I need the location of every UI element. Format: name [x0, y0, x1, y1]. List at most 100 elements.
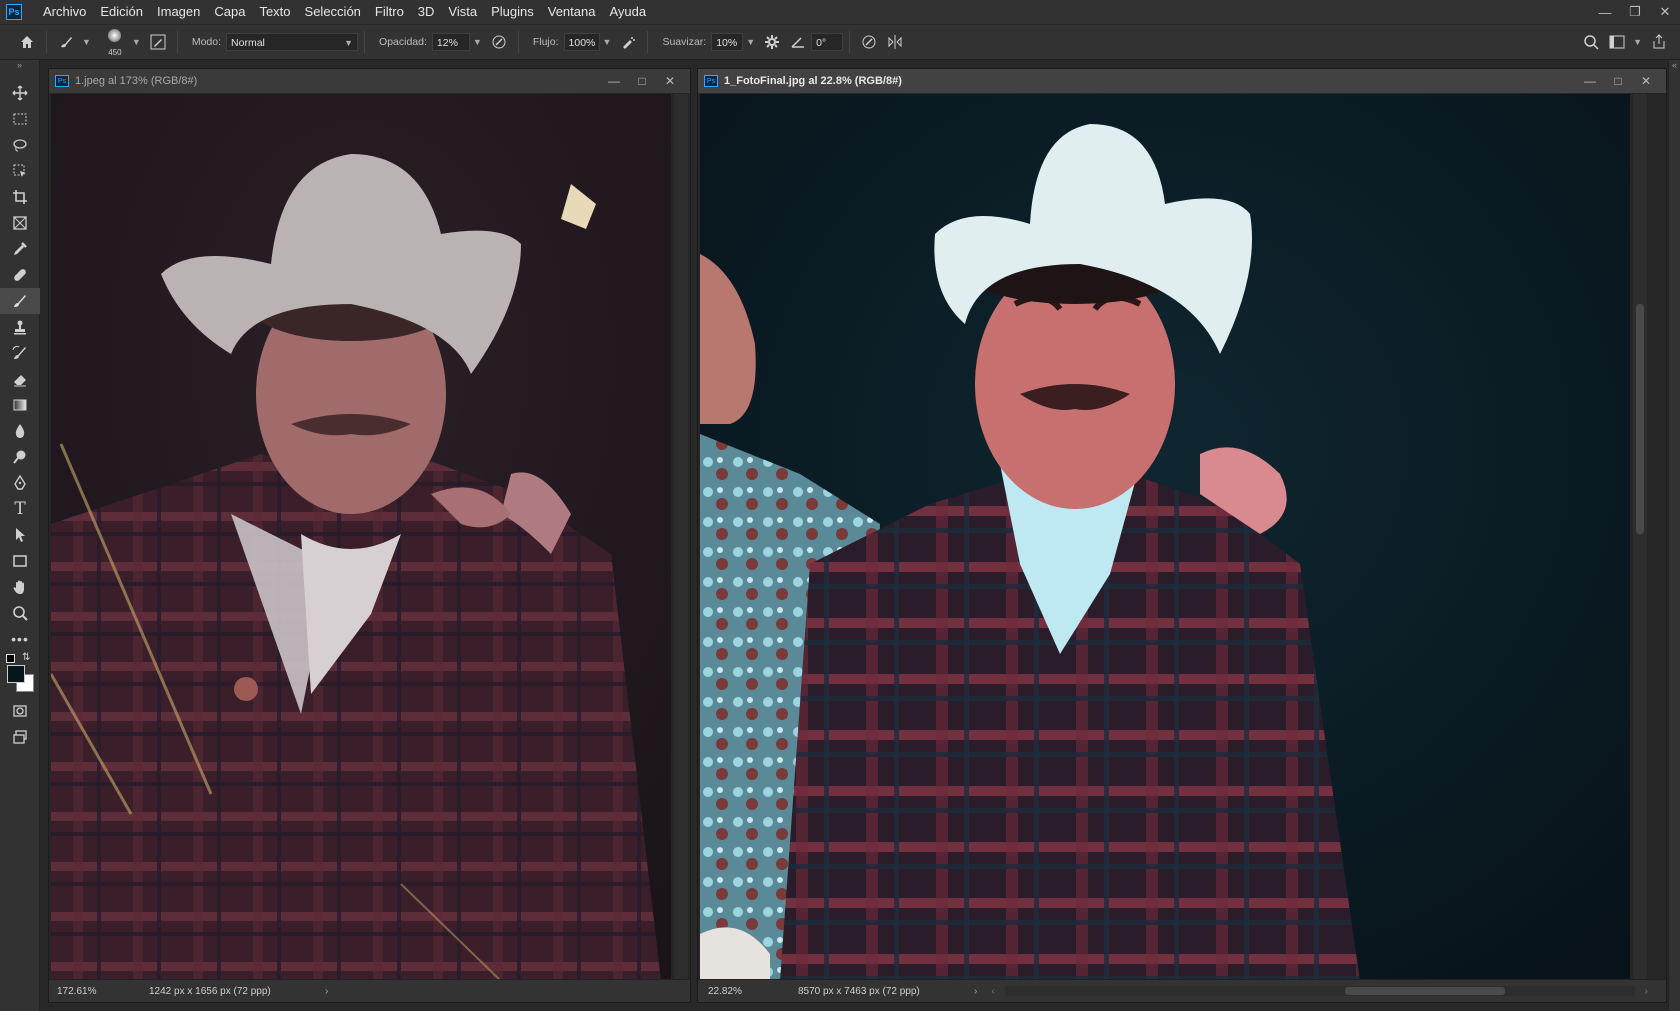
chevron-down-icon[interactable]: ▼	[603, 37, 612, 47]
share-icon[interactable]	[1646, 29, 1672, 55]
gear-icon[interactable]	[759, 29, 785, 55]
chevron-down-icon[interactable]: ▼	[1633, 37, 1642, 47]
canvas-original-photo[interactable]	[51, 94, 671, 981]
healing-brush-icon[interactable]	[0, 262, 40, 288]
divider	[46, 31, 47, 53]
history-brush-icon[interactable]	[0, 340, 40, 366]
expand-panels-icon[interactable]: «	[1669, 60, 1680, 70]
menu-capa[interactable]: Capa	[207, 0, 252, 24]
screen-mode-icon[interactable]	[0, 724, 40, 750]
scroll-left-icon[interactable]: ‹	[991, 986, 994, 997]
pressure-opacity-icon[interactable]	[486, 29, 512, 55]
menu-3d[interactable]: 3D	[411, 0, 442, 24]
close-icon[interactable]: ✕	[1632, 69, 1660, 93]
brush-icon[interactable]	[0, 288, 40, 314]
restored-photo-image	[700, 94, 1630, 981]
smoothing-input[interactable]: 10%	[711, 33, 744, 51]
document-tab[interactable]: Ps 1.jpeg al 173% (RGB/8#) — □ ✕	[49, 69, 690, 93]
lasso-icon[interactable]	[0, 132, 40, 158]
chevron-down-icon[interactable]: ▼	[132, 37, 141, 47]
maximize-icon[interactable]: □	[1604, 69, 1632, 93]
scrollbar-thumb[interactable]	[1636, 304, 1644, 534]
type-icon[interactable]: T	[0, 496, 40, 522]
move-icon[interactable]	[0, 80, 40, 106]
default-colors-icon[interactable]	[6, 654, 15, 663]
marquee-icon[interactable]	[0, 106, 40, 132]
maximize-icon[interactable]: □	[628, 69, 656, 93]
horizontal-scrollbar[interactable]	[1004, 986, 1635, 996]
pressure-size-icon[interactable]	[856, 29, 882, 55]
eraser-icon[interactable]	[0, 366, 40, 392]
menu-seleccion[interactable]: Selección	[298, 0, 368, 24]
divider	[176, 31, 178, 53]
blur-icon[interactable]	[0, 418, 40, 444]
scroll-right-icon[interactable]: ›	[1645, 986, 1648, 997]
scrollbar-thumb[interactable]	[1344, 987, 1505, 995]
status-menu-arrow-icon[interactable]: ›	[325, 986, 328, 997]
document-window-original[interactable]: Ps 1.jpeg al 173% (RGB/8#) — □ ✕ 172.61%…	[48, 68, 691, 1003]
swap-colors-icon[interactable]: ⇅	[22, 652, 30, 663]
more-tools-icon[interactable]: •••	[0, 626, 40, 652]
menu-archivo[interactable]: Archivo	[36, 0, 93, 24]
pen-icon[interactable]	[0, 470, 40, 496]
color-swatches[interactable]: ⇅	[0, 652, 40, 698]
search-icon[interactable]	[1578, 29, 1604, 55]
workspace-icon[interactable]	[1604, 29, 1630, 55]
brush-settings-panel-icon[interactable]	[145, 29, 171, 55]
minimize-icon[interactable]: —	[600, 69, 628, 93]
menu-ayuda[interactable]: Ayuda	[602, 0, 653, 24]
smoothing-label: Suavizar:	[662, 36, 707, 48]
collapse-panel-icon[interactable]: »	[0, 60, 39, 70]
gradient-icon[interactable]	[0, 392, 40, 418]
clone-stamp-icon[interactable]	[0, 314, 40, 340]
brush-preset-icon[interactable]	[53, 29, 79, 55]
airbrush-icon[interactable]	[615, 29, 641, 55]
chevron-down-icon[interactable]: ▼	[82, 37, 91, 47]
foreground-color-swatch[interactable]	[7, 665, 25, 683]
symmetry-icon[interactable]	[882, 29, 908, 55]
chevron-down-icon[interactable]: ▼	[473, 37, 482, 47]
status-menu-arrow-icon[interactable]: ›	[974, 986, 977, 997]
opacity-input[interactable]: 12%	[431, 33, 470, 51]
zoom-level[interactable]: 22.82%	[708, 986, 798, 997]
menu-edicion[interactable]: Edición	[93, 0, 150, 24]
menu-imagen[interactable]: Imagen	[150, 0, 207, 24]
minimize-icon[interactable]: —	[1590, 0, 1620, 24]
vertical-scrollbar[interactable]	[1633, 94, 1647, 981]
close-icon[interactable]: ✕	[656, 69, 684, 93]
canvas-restored-photo[interactable]	[700, 94, 1630, 981]
menu-plugins[interactable]: Plugins	[484, 0, 541, 24]
window-controls: — ❐ ✕	[1590, 0, 1680, 24]
vertical-scrollbar[interactable]	[674, 94, 688, 981]
menu-ventana[interactable]: Ventana	[541, 0, 603, 24]
chevron-down-icon[interactable]: ▼	[746, 37, 755, 47]
minimize-icon[interactable]: —	[1576, 69, 1604, 93]
zoom-level[interactable]: 172.61%	[57, 986, 149, 997]
flow-input[interactable]: 100%	[563, 33, 600, 51]
document-window-final[interactable]: Ps 1_FotoFinal.jpg al 22.8% (RGB/8#) — □…	[697, 68, 1667, 1003]
path-select-icon[interactable]	[0, 522, 40, 548]
mode-select[interactable]: Normal ▼	[226, 33, 359, 51]
brush-tip-icon	[107, 29, 121, 42]
brush-size-picker[interactable]: 450	[101, 27, 129, 57]
zoom-icon[interactable]	[0, 600, 40, 626]
close-icon[interactable]: ✕	[1650, 0, 1680, 24]
quick-mask-icon[interactable]	[0, 698, 40, 724]
frame-icon[interactable]	[0, 210, 40, 236]
status-bar: 22.82% 8570 px x 7463 px (72 ppp) › ‹ ›	[698, 979, 1666, 1002]
menu-filtro[interactable]: Filtro	[368, 0, 411, 24]
home-icon[interactable]	[14, 29, 40, 55]
crop-icon[interactable]	[0, 184, 40, 210]
mode-value: Normal	[231, 37, 265, 49]
dodge-icon[interactable]	[0, 444, 40, 470]
object-select-icon[interactable]	[0, 158, 40, 184]
menu-vista[interactable]: Vista	[441, 0, 484, 24]
menu-texto[interactable]: Texto	[252, 0, 297, 24]
tools-panel: » T ••• ⇅	[0, 60, 40, 1011]
rectangle-icon[interactable]	[0, 548, 40, 574]
eyedropper-icon[interactable]	[0, 236, 40, 262]
hand-icon[interactable]	[0, 574, 40, 600]
angle-input[interactable]: 0°	[811, 33, 844, 51]
document-tab[interactable]: Ps 1_FotoFinal.jpg al 22.8% (RGB/8#) — □…	[698, 69, 1666, 93]
restore-icon[interactable]: ❐	[1620, 0, 1650, 24]
